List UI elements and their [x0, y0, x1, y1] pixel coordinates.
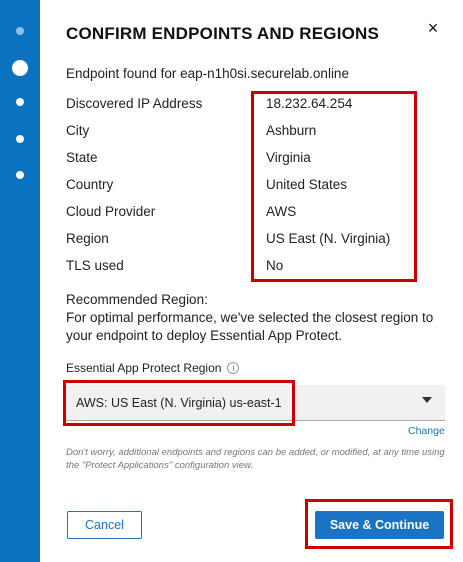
step-dot-1 [16, 27, 24, 35]
recommendation-heading: Recommended Region: [66, 292, 208, 307]
detail-label-state: State [66, 150, 98, 165]
highlight-box-region-select [63, 380, 295, 426]
region-select-label: Essential App Protect Region [66, 361, 222, 375]
recommendation-block: Recommended Region: For optimal performa… [66, 291, 446, 345]
chevron-down-icon[interactable] [422, 397, 432, 403]
info-icon[interactable]: i [227, 362, 240, 374]
step-dot-5 [16, 171, 24, 179]
region-select-label-row: Essential App Protect Region i [66, 361, 240, 375]
highlight-box-details [251, 91, 417, 282]
recommendation-text: For optimal performance, we've selected … [66, 310, 434, 343]
endpoint-found-text: Endpoint found for eap-n1h0si.securelab.… [66, 66, 349, 81]
change-region-link[interactable]: Change [408, 425, 445, 437]
step-dot-2-current [12, 60, 28, 76]
close-icon[interactable]: × [423, 18, 443, 38]
cancel-button[interactable]: Cancel [67, 511, 142, 539]
help-note: Don't worry, additional endpoints and re… [66, 447, 445, 471]
highlight-box-save [305, 499, 453, 549]
detail-label-cloud-provider: Cloud Provider [66, 204, 156, 219]
dialog-title: CONFIRM ENDPOINTS AND REGIONS [66, 24, 380, 43]
detail-label-ip: Discovered IP Address [66, 96, 203, 111]
step-dot-3 [16, 98, 24, 106]
detail-label-city: City [66, 123, 90, 138]
detail-label-country: Country [66, 177, 114, 192]
detail-label-region: Region [66, 231, 109, 246]
detail-label-tls: TLS used [66, 258, 124, 273]
confirm-dialog: CONFIRM ENDPOINTS AND REGIONS × Endpoint… [40, 0, 463, 562]
wizard-stepper [0, 0, 40, 562]
step-dot-4 [16, 135, 24, 143]
